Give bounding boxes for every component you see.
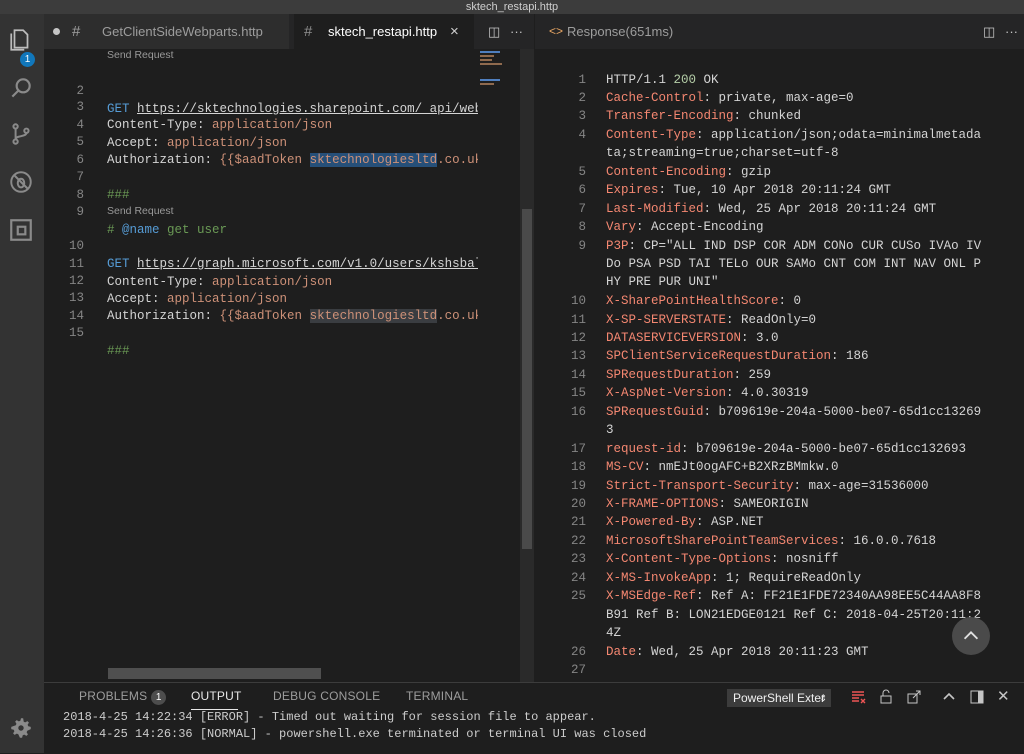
code-line: 12 Accept: application/json <box>44 254 287 306</box>
http-file-icon: # <box>304 23 313 40</box>
chevron-up-icon <box>963 631 979 640</box>
comment-hash: # <box>107 223 123 237</box>
more-actions-icon[interactable]: ··· <box>510 14 523 49</box>
header-key: Content-Type: <box>107 118 205 132</box>
tab-label: GetClientSideWebparts.http <box>102 24 263 39</box>
code-line: 11 Content-Type: application/json <box>44 237 332 289</box>
window-title: sktech_restapi.http <box>0 0 1024 14</box>
split-editor-icon[interactable]: ◫ <box>983 14 995 49</box>
open-in-editor-icon[interactable] <box>906 689 922 705</box>
send-request-codelens[interactable]: Send Request <box>107 49 174 61</box>
close-panel-icon[interactable]: ✕ <box>997 689 1013 705</box>
tab-output[interactable]: OUTPUT <box>191 689 242 710</box>
tab-debug-console[interactable]: DEBUG CONSOLE <box>273 689 380 703</box>
editor-horizontal-scrollbar[interactable] <box>108 668 321 679</box>
header-value: application/json <box>167 292 288 306</box>
editor-tab-bar: # GetClientSideWebparts.http # sktech_re… <box>44 14 534 49</box>
code-line: 6 <box>44 133 84 167</box>
output-line: 2018-4-25 14:22:34 [ERROR] - Timed out w… <box>63 710 596 724</box>
http-method: GET <box>107 102 130 116</box>
code-line: 13 Authorization: {{$aadToken sktechnolo… <box>44 271 497 323</box>
scroll-to-top-button[interactable] <box>952 617 990 655</box>
http-file-icon: # <box>72 23 81 40</box>
extensions-icon[interactable] <box>7 216 35 244</box>
code-line: 7 ### <box>44 150 129 202</box>
split-editor-icon[interactable]: ◫ <box>488 14 500 49</box>
source-control-icon[interactable] <box>7 120 35 148</box>
separator-comment: ### <box>107 344 130 358</box>
header-value: application/json <box>167 136 288 150</box>
clear-output-icon[interactable] <box>850 689 866 705</box>
editor-vertical-scrollbar[interactable] <box>520 49 534 682</box>
code-line: 8 <box>44 168 84 202</box>
header-key: Accept: <box>107 136 160 150</box>
activity-bar: 1 <box>0 14 44 753</box>
highlighted-token: sktechnologiesltd <box>309 309 438 323</box>
send-request-codelens[interactable]: Send Request <box>107 205 174 217</box>
tab-close-button[interactable]: × <box>450 14 459 49</box>
request-url[interactable]: https://sktechnologies.sharepoint.com/_a… <box>137 102 505 116</box>
code-line: 5 Authorization: {{$aadToken sktechnolog… <box>44 115 497 167</box>
tab-sktech-restapi[interactable]: # sktech_restapi.http × <box>294 14 474 49</box>
explorer-icon[interactable] <box>7 26 35 54</box>
request-url[interactable]: https://graph.microsoft.com/v1.0/users/k… <box>137 257 505 271</box>
header-key: Authorization: <box>107 153 213 167</box>
minimap[interactable] <box>478 49 520 682</box>
code-line: 10 GET https://graph.microsoft.com/v1.0/… <box>44 219 505 271</box>
debug-icon[interactable] <box>7 168 35 196</box>
tab-label: OUTPUT <box>191 689 242 703</box>
header-key: Accept: <box>107 292 160 306</box>
header-key: Content-Type: <box>107 275 205 289</box>
line-number: 15 <box>68 326 84 340</box>
maximize-panel-icon[interactable] <box>941 689 957 705</box>
separator-comment: ### <box>107 188 130 202</box>
panel-position-icon[interactable] <box>969 689 985 705</box>
output-line: 2018-4-25 14:26:36 [NORMAL] - powershell… <box>63 727 647 741</box>
bottom-panel: PROBLEMS 1 OUTPUT DEBUG CONSOLE TERMINAL … <box>44 682 1024 754</box>
select-arrows-icon: ⇕ <box>819 693 827 703</box>
tab-problems[interactable]: PROBLEMS 1 <box>79 689 167 705</box>
response-tab-bar: <> Response(651ms) ◫ ··· <box>535 14 1024 49</box>
request-name: get user <box>159 223 228 237</box>
unsaved-dot-icon <box>53 28 60 35</box>
response-view[interactable]: 1 HTTP/1.1 200 OK 2 Cache-Control: private… <box>535 49 1024 682</box>
preview-code-icon: <> <box>549 24 564 38</box>
output-channel-select[interactable]: PowerShell Exter ⇕ <box>727 689 831 707</box>
name-annotation: @name <box>122 223 160 237</box>
select-value: PowerShell Exter <box>733 691 826 705</box>
tab-getclientsidewebparts[interactable]: # GetClientSideWebparts.http <box>44 14 289 49</box>
http-method: GET <box>107 257 130 271</box>
code-line: 3 Content-Type: application/json <box>44 80 332 132</box>
header-value: application/json <box>212 118 333 132</box>
variable-token: {{$aadToken <box>219 309 303 323</box>
scrollbar-thumb[interactable] <box>522 209 532 549</box>
code-line: 15 ### <box>44 306 130 358</box>
response-tab-label[interactable]: Response(651ms) <box>567 14 673 49</box>
settings-gear-icon[interactable] <box>7 714 35 742</box>
code-line: 4 Accept: application/json <box>44 98 287 150</box>
tab-label: sktech_restapi.http <box>328 24 438 39</box>
search-icon[interactable] <box>7 74 35 102</box>
variable-token: {{$aadToken <box>219 153 303 167</box>
code-line: 14 <box>44 289 84 323</box>
header-value: application/json <box>212 275 333 289</box>
code-editor[interactable]: Send Request 2 GET https://sktechnologie… <box>44 49 520 682</box>
lock-scroll-icon[interactable] <box>878 689 894 705</box>
more-actions-icon[interactable]: ··· <box>1005 14 1018 49</box>
tab-label: PROBLEMS <box>79 689 148 703</box>
header-key: Authorization: <box>107 309 213 323</box>
code-line: 9 # @name get user <box>44 185 227 237</box>
problems-count-badge: 1 <box>151 690 167 705</box>
explorer-badge: 1 <box>20 52 35 67</box>
selected-token: sktechnologiesltd <box>309 153 438 167</box>
tab-terminal[interactable]: TERMINAL <box>406 689 468 703</box>
